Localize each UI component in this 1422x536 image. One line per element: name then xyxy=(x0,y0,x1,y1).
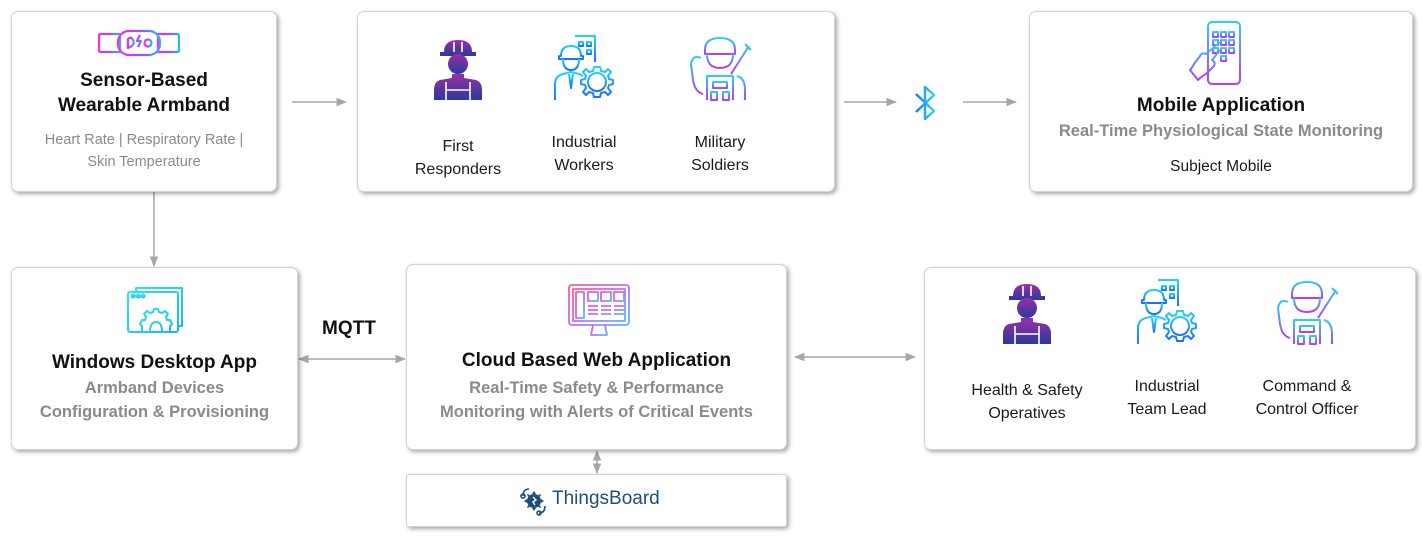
mobile-app-card: Mobile Application Real-Time Physiologic… xyxy=(1030,12,1412,191)
subject-first-responders: First Responders xyxy=(388,38,528,181)
armband-title-line2: Wearable Armband xyxy=(57,95,231,116)
command-officer-icon xyxy=(1277,281,1339,345)
mobile-app-title: Mobile Application xyxy=(1136,95,1306,116)
armband-metrics-line2: Skin Temperature xyxy=(87,154,201,170)
desktop-app-subtitle-line1: Armband Devices xyxy=(84,379,225,397)
team-lead-icon xyxy=(1137,279,1197,344)
subject-label-line2: Workers xyxy=(554,157,614,174)
cloud-web-app-subtitle-line1: Real-Time Safety & Performance xyxy=(469,379,724,397)
supervisor-label-line1: Command & xyxy=(1262,378,1352,395)
military-soldier-icon xyxy=(690,37,752,101)
desktop-app-card: Windows Desktop App Armband Devices Conf… xyxy=(12,268,297,449)
armband-title-line1: Sensor-Based xyxy=(80,70,208,91)
mqtt-label: MQTT xyxy=(322,318,376,339)
wearable-armband-icon xyxy=(98,29,180,57)
thingsboard-card: ThingsBoard xyxy=(407,475,786,526)
industrial-worker-icon xyxy=(554,35,614,100)
supervisors-card: Health & Safety Operatives Industrial Te… xyxy=(925,268,1415,449)
desktop-app-title: Windows Desktop App xyxy=(52,352,257,373)
supervisor-health-safety: Health & Safety Operatives xyxy=(957,282,1097,425)
subject-industrial-workers: Industrial Workers xyxy=(514,34,654,177)
subject-label-line1: First xyxy=(442,138,474,155)
subject-label-line2: Soldiers xyxy=(691,157,749,174)
subjects-card: First Responders Industrial Workers Mili… xyxy=(358,12,834,191)
mobile-app-icon xyxy=(1189,21,1241,85)
supervisor-command-officer: Command & Control Officer xyxy=(1237,278,1377,421)
thingsboard-name: ThingsBoard xyxy=(552,488,660,509)
web-dashboard-icon xyxy=(568,284,630,337)
armband-card: Sensor-Based Wearable Armband Heart Rate… xyxy=(12,12,276,191)
safety-operative-icon xyxy=(1003,284,1051,344)
supervisor-label-line2: Team Lead xyxy=(1127,401,1207,418)
desktop-app-subtitle: Armband Devices Configuration & Provisio… xyxy=(12,376,297,424)
cloud-web-app-subtitle-line2: Monitoring with Alerts of Critical Event… xyxy=(440,403,753,421)
cloud-web-app-title: Cloud Based Web Application xyxy=(461,350,732,371)
subject-label-line1: Military xyxy=(694,134,746,151)
supervisor-label-line2: Operatives xyxy=(988,405,1066,422)
armband-metrics: Heart Rate | Respiratory Rate | Skin Tem… xyxy=(12,129,276,173)
supervisor-label-line1: Industrial xyxy=(1134,378,1200,395)
mobile-app-subtitle: Real-Time Physiological State Monitoring xyxy=(1058,122,1384,140)
armband-metrics-line1: Heart Rate | Respiratory Rate | xyxy=(44,132,244,148)
cloud-web-app-subtitle: Real-Time Safety & Performance Monitorin… xyxy=(407,376,786,424)
subject-military-soldiers: Military Soldiers xyxy=(650,34,790,177)
bluetooth-icon xyxy=(915,85,936,121)
supervisor-team-lead: Industrial Team Lead xyxy=(1097,278,1237,421)
mobile-device-label: Subject Mobile xyxy=(1170,158,1272,175)
desktop-config-icon xyxy=(127,287,183,333)
armband-title: Sensor-Based Wearable Armband xyxy=(12,68,276,118)
supervisor-label-line2: Control Officer xyxy=(1255,401,1359,418)
subject-label-line2: Responders xyxy=(414,161,502,178)
thingsboard-logo-icon xyxy=(520,488,546,516)
subject-label-line1: Industrial xyxy=(551,134,617,151)
desktop-app-subtitle-line2: Configuration & Provisioning xyxy=(39,403,270,421)
cloud-web-app-card: Cloud Based Web Application Real-Time Sa… xyxy=(407,265,786,449)
first-responder-icon xyxy=(434,40,482,100)
supervisor-label-line1: Health & Safety xyxy=(971,382,1083,399)
